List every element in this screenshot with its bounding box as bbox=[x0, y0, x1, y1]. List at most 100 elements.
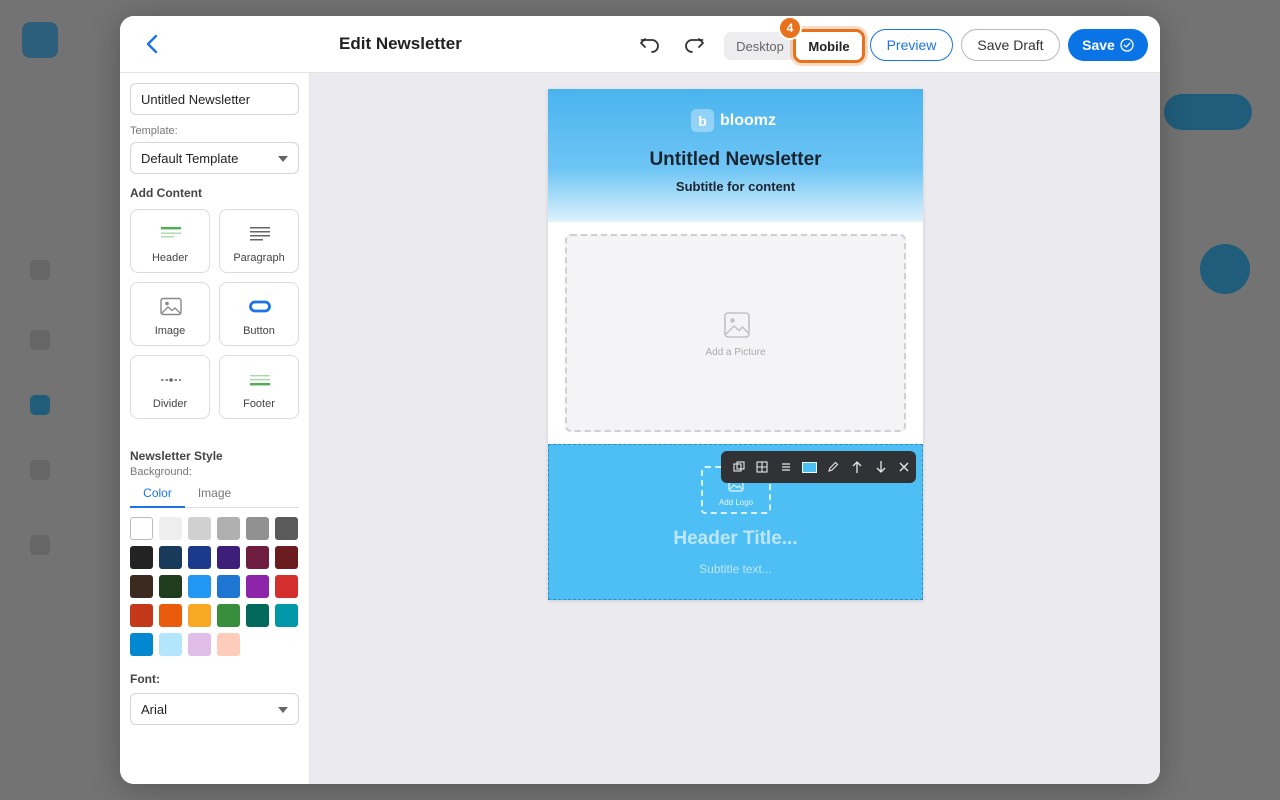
layout-button[interactable] bbox=[751, 455, 775, 479]
add-content-label: Add Content bbox=[130, 186, 202, 200]
template-select[interactable]: Default Template bbox=[130, 142, 299, 174]
add-footer-block[interactable]: Footer bbox=[219, 355, 299, 419]
template-value: Default Template bbox=[141, 150, 239, 166]
add-logo-label: Add Logo bbox=[718, 498, 754, 507]
block-toolbar bbox=[721, 451, 916, 483]
add-button-block[interactable]: Button bbox=[219, 282, 299, 346]
header-title-placeholder[interactable]: Header Title... bbox=[549, 528, 922, 550]
delete-block-button[interactable] bbox=[892, 455, 916, 479]
back-button[interactable] bbox=[138, 30, 166, 58]
font-select[interactable]: Arial bbox=[130, 693, 299, 725]
undo-icon bbox=[640, 38, 659, 53]
color-swatch[interactable] bbox=[188, 517, 211, 540]
newsletter-name-input[interactable]: Untitled Newsletter bbox=[130, 83, 299, 115]
newsletter-style-label: Newsletter Style bbox=[130, 449, 223, 463]
block-label: Footer bbox=[243, 398, 275, 410]
add-paragraph-block[interactable]: Paragraph bbox=[219, 209, 299, 273]
move-up-button[interactable] bbox=[845, 455, 869, 479]
background-color-button[interactable] bbox=[798, 455, 822, 479]
save-label: Save bbox=[1082, 37, 1115, 53]
add-header-block[interactable]: Header bbox=[130, 209, 210, 273]
move-down-icon bbox=[876, 461, 886, 473]
email-preview: b bloomz Untitled Newsletter Subtitle fo… bbox=[548, 89, 923, 600]
align-button[interactable] bbox=[774, 455, 798, 479]
color-swatch[interactable] bbox=[217, 604, 240, 627]
brand-name: bloomz bbox=[720, 111, 776, 129]
check-circle-icon bbox=[1120, 38, 1134, 52]
color-swatch[interactable] bbox=[217, 517, 240, 540]
color-swatch[interactable] bbox=[130, 604, 153, 627]
color-swatch[interactable] bbox=[159, 575, 182, 598]
grid-icon bbox=[756, 461, 768, 473]
sidebar: Untitled Newsletter Template: Default Te… bbox=[120, 73, 310, 784]
preview-button[interactable]: Preview bbox=[870, 29, 953, 61]
email-subtitle[interactable]: Subtitle for content bbox=[548, 179, 923, 194]
color-swatch[interactable] bbox=[275, 575, 298, 598]
color-swatch[interactable] bbox=[130, 517, 153, 540]
color-swatch[interactable] bbox=[246, 546, 269, 569]
email-title[interactable]: Untitled Newsletter bbox=[548, 149, 923, 171]
duplicate-icon bbox=[733, 461, 745, 472]
footer-block-icon bbox=[250, 375, 270, 386]
background-nav-icon bbox=[30, 330, 50, 350]
block-label: Paragraph bbox=[233, 252, 285, 264]
template-label: Template: bbox=[130, 125, 178, 137]
color-swatch[interactable] bbox=[188, 546, 211, 569]
undo-button[interactable] bbox=[636, 31, 664, 59]
header-subtitle-placeholder[interactable]: Subtitle text... bbox=[549, 562, 922, 576]
move-down-button[interactable] bbox=[869, 455, 893, 479]
move-up-icon bbox=[852, 461, 862, 473]
save-button[interactable]: Save bbox=[1068, 29, 1148, 61]
background-nav-icon bbox=[30, 395, 50, 415]
color-swatch[interactable] bbox=[130, 575, 153, 598]
color-swatch[interactable] bbox=[188, 575, 211, 598]
color-swatch[interactable] bbox=[246, 575, 269, 598]
color-swatch[interactable] bbox=[217, 575, 240, 598]
brand: b bloomz bbox=[691, 109, 776, 132]
color-swatch[interactable] bbox=[159, 546, 182, 569]
block-label: Header bbox=[151, 252, 189, 264]
font-label: Font: bbox=[130, 672, 160, 686]
chevron-left-icon bbox=[146, 34, 158, 54]
color-swatch[interactable] bbox=[275, 604, 298, 627]
duplicate-button[interactable] bbox=[727, 455, 751, 479]
color-swatch[interactable] bbox=[159, 517, 182, 540]
align-icon bbox=[782, 463, 791, 471]
add-image-block[interactable]: Image bbox=[130, 282, 210, 346]
email-header-block[interactable]: b bloomz Untitled Newsletter Subtitle fo… bbox=[548, 89, 923, 222]
color-swatch[interactable] bbox=[130, 633, 153, 656]
page-title: Edit Newsletter bbox=[339, 34, 462, 53]
background-tabs: Color Image bbox=[130, 486, 299, 508]
block-label: Button bbox=[243, 325, 275, 337]
background-label: Background: bbox=[130, 466, 192, 478]
tab-image[interactable]: Image bbox=[188, 486, 241, 508]
background-button bbox=[1164, 94, 1252, 130]
color-swatch[interactable] bbox=[159, 633, 182, 656]
mobile-view-button[interactable]: Mobile bbox=[793, 29, 865, 63]
background-nav-icon bbox=[30, 535, 50, 555]
edit-button[interactable] bbox=[822, 455, 846, 479]
add-divider-block[interactable]: Divider bbox=[130, 355, 210, 419]
background-nav-icon bbox=[30, 460, 50, 480]
font-value: Arial bbox=[141, 701, 168, 717]
color-swatch[interactable] bbox=[217, 633, 240, 656]
divider-block-icon bbox=[161, 378, 181, 382]
add-picture-block[interactable]: Add a Picture bbox=[565, 234, 906, 432]
color-swatch[interactable] bbox=[217, 546, 240, 569]
save-draft-button[interactable]: Save Draft bbox=[961, 29, 1060, 61]
color-swatch[interactable] bbox=[246, 517, 269, 540]
redo-button[interactable] bbox=[680, 31, 708, 59]
color-swatch[interactable] bbox=[275, 546, 298, 569]
color-swatch[interactable] bbox=[246, 604, 269, 627]
color-swatch[interactable] bbox=[188, 633, 211, 656]
color-swatch[interactable] bbox=[275, 517, 298, 540]
color-swatch[interactable] bbox=[159, 604, 182, 627]
app-logo bbox=[22, 22, 58, 58]
tab-color[interactable]: Color bbox=[130, 486, 185, 508]
edit-icon bbox=[828, 461, 839, 472]
block-label: Divider bbox=[152, 398, 188, 410]
brand-logo-icon: b bbox=[691, 109, 714, 132]
close-icon bbox=[899, 462, 909, 472]
color-swatch[interactable] bbox=[188, 604, 211, 627]
color-swatch[interactable] bbox=[130, 546, 153, 569]
